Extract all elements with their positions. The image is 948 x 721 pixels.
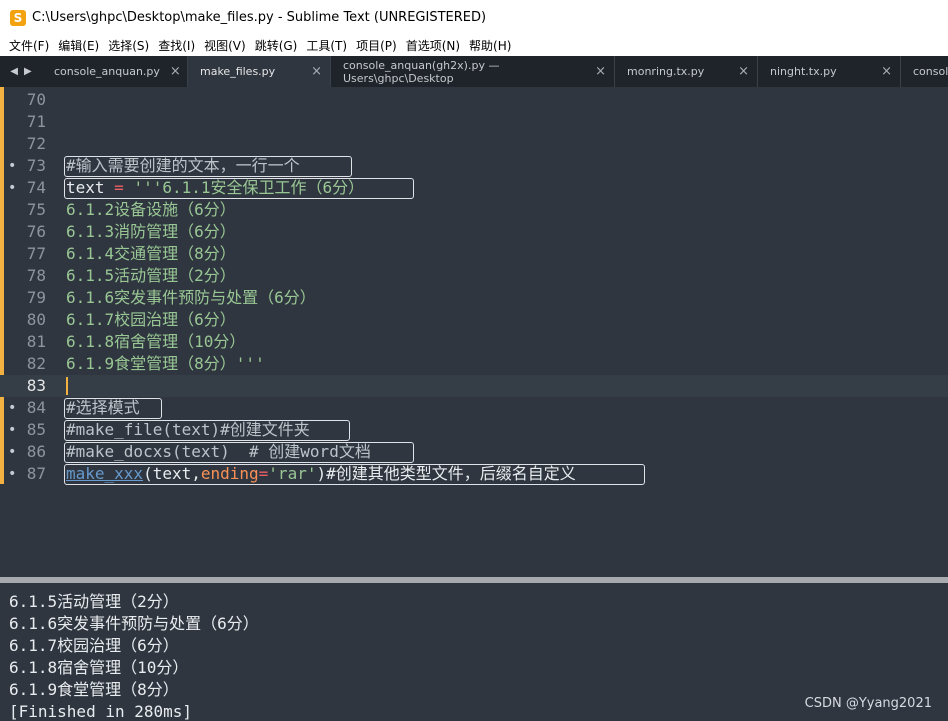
code-text: 6.1.8宿舍管理（10分） (66, 332, 246, 351)
code-text: 6.1.9食堂管理（8分）''' (66, 354, 265, 373)
tab-console-anquan-gh2x[interactable]: console_anquan(gh2x).py — Users\ghpc\Des… (331, 56, 615, 87)
close-icon[interactable]: × (170, 64, 181, 79)
menu-goto[interactable]: 跳转(G) (255, 37, 298, 54)
code-line-current: 83 (0, 375, 948, 397)
code-text: 6.1.2设备设施（6分） (66, 200, 236, 219)
code-line: 81 6.1.8宿舍管理（10分） (0, 331, 948, 353)
code-line: 79 6.1.6突发事件预防与处置（6分） (0, 287, 948, 309)
line-number: 82 (26, 354, 46, 373)
watermark: CSDN @Yyang2021 (804, 696, 932, 711)
line-number: 79 (26, 288, 46, 307)
line-number: 87 (26, 464, 46, 483)
code-text: text = '''6.1.1安全保卫工作（6分） (66, 178, 365, 197)
menu-view[interactable]: 视图(V) (204, 37, 246, 54)
tab-right-icon[interactable]: ▶ (24, 66, 32, 77)
line-number: 71 (26, 112, 46, 131)
output-line: 6.1.6突发事件预防与处置（6分） (9, 614, 259, 633)
line-number: 86 (26, 442, 46, 461)
close-icon[interactable]: × (881, 64, 892, 79)
code-text: 6.1.6突发事件预防与处置（6分） (66, 288, 316, 307)
output-line: 6.1.5活动管理（2分） (9, 592, 179, 611)
code-editor[interactable]: 70 71 72 • 73 #输入需要创建的文本，一行一个 • 74 text … (0, 87, 948, 577)
tab-console-anquan[interactable]: console_anquan.py × (42, 56, 188, 87)
menu-edit[interactable]: 编辑(E) (58, 37, 99, 54)
line-number: 74 (26, 178, 46, 197)
menu-tools[interactable]: 工具(T) (306, 37, 347, 54)
code-line: • 73 #输入需要创建的文本，一行一个 (0, 155, 948, 177)
code-line: 78 6.1.5活动管理（2分） (0, 265, 948, 287)
output-line: 6.1.9食堂管理（8分） (9, 680, 179, 699)
code-line: • 85 #make_file(text)#创建文件夹 (0, 419, 948, 441)
code-text: 6.1.5活动管理（2分） (66, 266, 236, 285)
menu-selection[interactable]: 选择(S) (108, 37, 149, 54)
code-text: #make_file(text)#创建文件夹 (66, 420, 310, 439)
code-text: 6.1.3消防管理（6分） (66, 222, 236, 241)
menu-help[interactable]: 帮助(H) (469, 37, 511, 54)
text-cursor (66, 377, 68, 395)
close-icon[interactable]: × (595, 64, 606, 79)
code-line: 75 6.1.2设备设施（6分） (0, 199, 948, 221)
code-text: 6.1.7校园治理（6分） (66, 310, 236, 329)
build-output-panel[interactable]: 6.1.5活动管理（2分） 6.1.6突发事件预防与处置（6分） 6.1.7校园… (0, 577, 948, 721)
code-text: make_xxx(text,ending='rar')#创建其他类型文件，后缀名… (66, 464, 576, 483)
code-line: • 74 text = '''6.1.1安全保卫工作（6分） (0, 177, 948, 199)
sublime-icon: S (10, 9, 26, 26)
code-line: 82 6.1.9食堂管理（8分）''' (0, 353, 948, 375)
line-number: 78 (26, 266, 46, 285)
line-number: 77 (26, 244, 46, 263)
code-line: 70 (0, 89, 948, 111)
tab-ninght[interactable]: ninght.tx.py × (758, 56, 901, 87)
tab-nav: ◀ ▶ (0, 56, 42, 87)
code-text: #选择模式 (66, 398, 140, 417)
code-text: 6.1.4交通管理（8分） (66, 244, 236, 263)
line-number: 83 (26, 376, 46, 395)
line-number: 81 (26, 332, 46, 351)
tab-left-icon[interactable]: ◀ (10, 66, 18, 77)
tab-make-files[interactable]: make_files.py × (188, 56, 331, 87)
line-number: 85 (26, 420, 46, 439)
code-line: 76 6.1.3消防管理（6分） (0, 221, 948, 243)
output-line: 6.1.7校园治理（6分） (9, 636, 179, 655)
line-number: 76 (26, 222, 46, 241)
menu-preferences[interactable]: 首选项(N) (406, 37, 460, 54)
line-number: 80 (26, 310, 46, 329)
title-bar: S C:\Users\ghpc\Desktop\make_files.py - … (0, 0, 948, 35)
tab-console[interactable]: console (901, 56, 948, 87)
window-title: C:\Users\ghpc\Desktop\make_files.py - Su… (32, 10, 487, 25)
code-line: 71 (0, 111, 948, 133)
tab-bar: ◀ ▶ console_anquan.py × make_files.py × co… (0, 56, 948, 87)
code-text: #输入需要创建的文本，一行一个 (66, 156, 300, 175)
line-number: 84 (26, 398, 46, 417)
line-number: 72 (26, 134, 46, 153)
tab-monring[interactable]: monring.tx.py × (615, 56, 758, 87)
line-number: 70 (26, 90, 46, 109)
code-line: • 84 #选择模式 (0, 397, 948, 419)
line-number: 75 (26, 200, 46, 219)
code-line: 77 6.1.4交通管理（8分） (0, 243, 948, 265)
code-line: • 87 make_xxx(text,ending='rar')#创建其他类型文… (0, 463, 948, 485)
output-line: 6.1.8宿舍管理（10分） (9, 658, 189, 677)
output-line: [Finished in 280ms] (9, 702, 193, 721)
menu-file[interactable]: 文件(F) (9, 37, 49, 54)
code-line: 80 6.1.7校园治理（6分） (0, 309, 948, 331)
close-icon[interactable]: × (738, 64, 749, 79)
line-number: 73 (26, 156, 46, 175)
menu-bar: 文件(F) 编辑(E) 选择(S) 查找(I) 视图(V) 跳转(G) 工具(T… (0, 35, 948, 56)
close-icon[interactable]: × (311, 64, 322, 79)
menu-find[interactable]: 查找(I) (158, 37, 195, 54)
menu-project[interactable]: 项目(P) (356, 37, 397, 54)
code-text: #make_docxs(text) # 创建word文档 (66, 442, 371, 461)
code-line: 72 (0, 133, 948, 155)
code-line: • 86 #make_docxs(text) # 创建word文档 (0, 441, 948, 463)
